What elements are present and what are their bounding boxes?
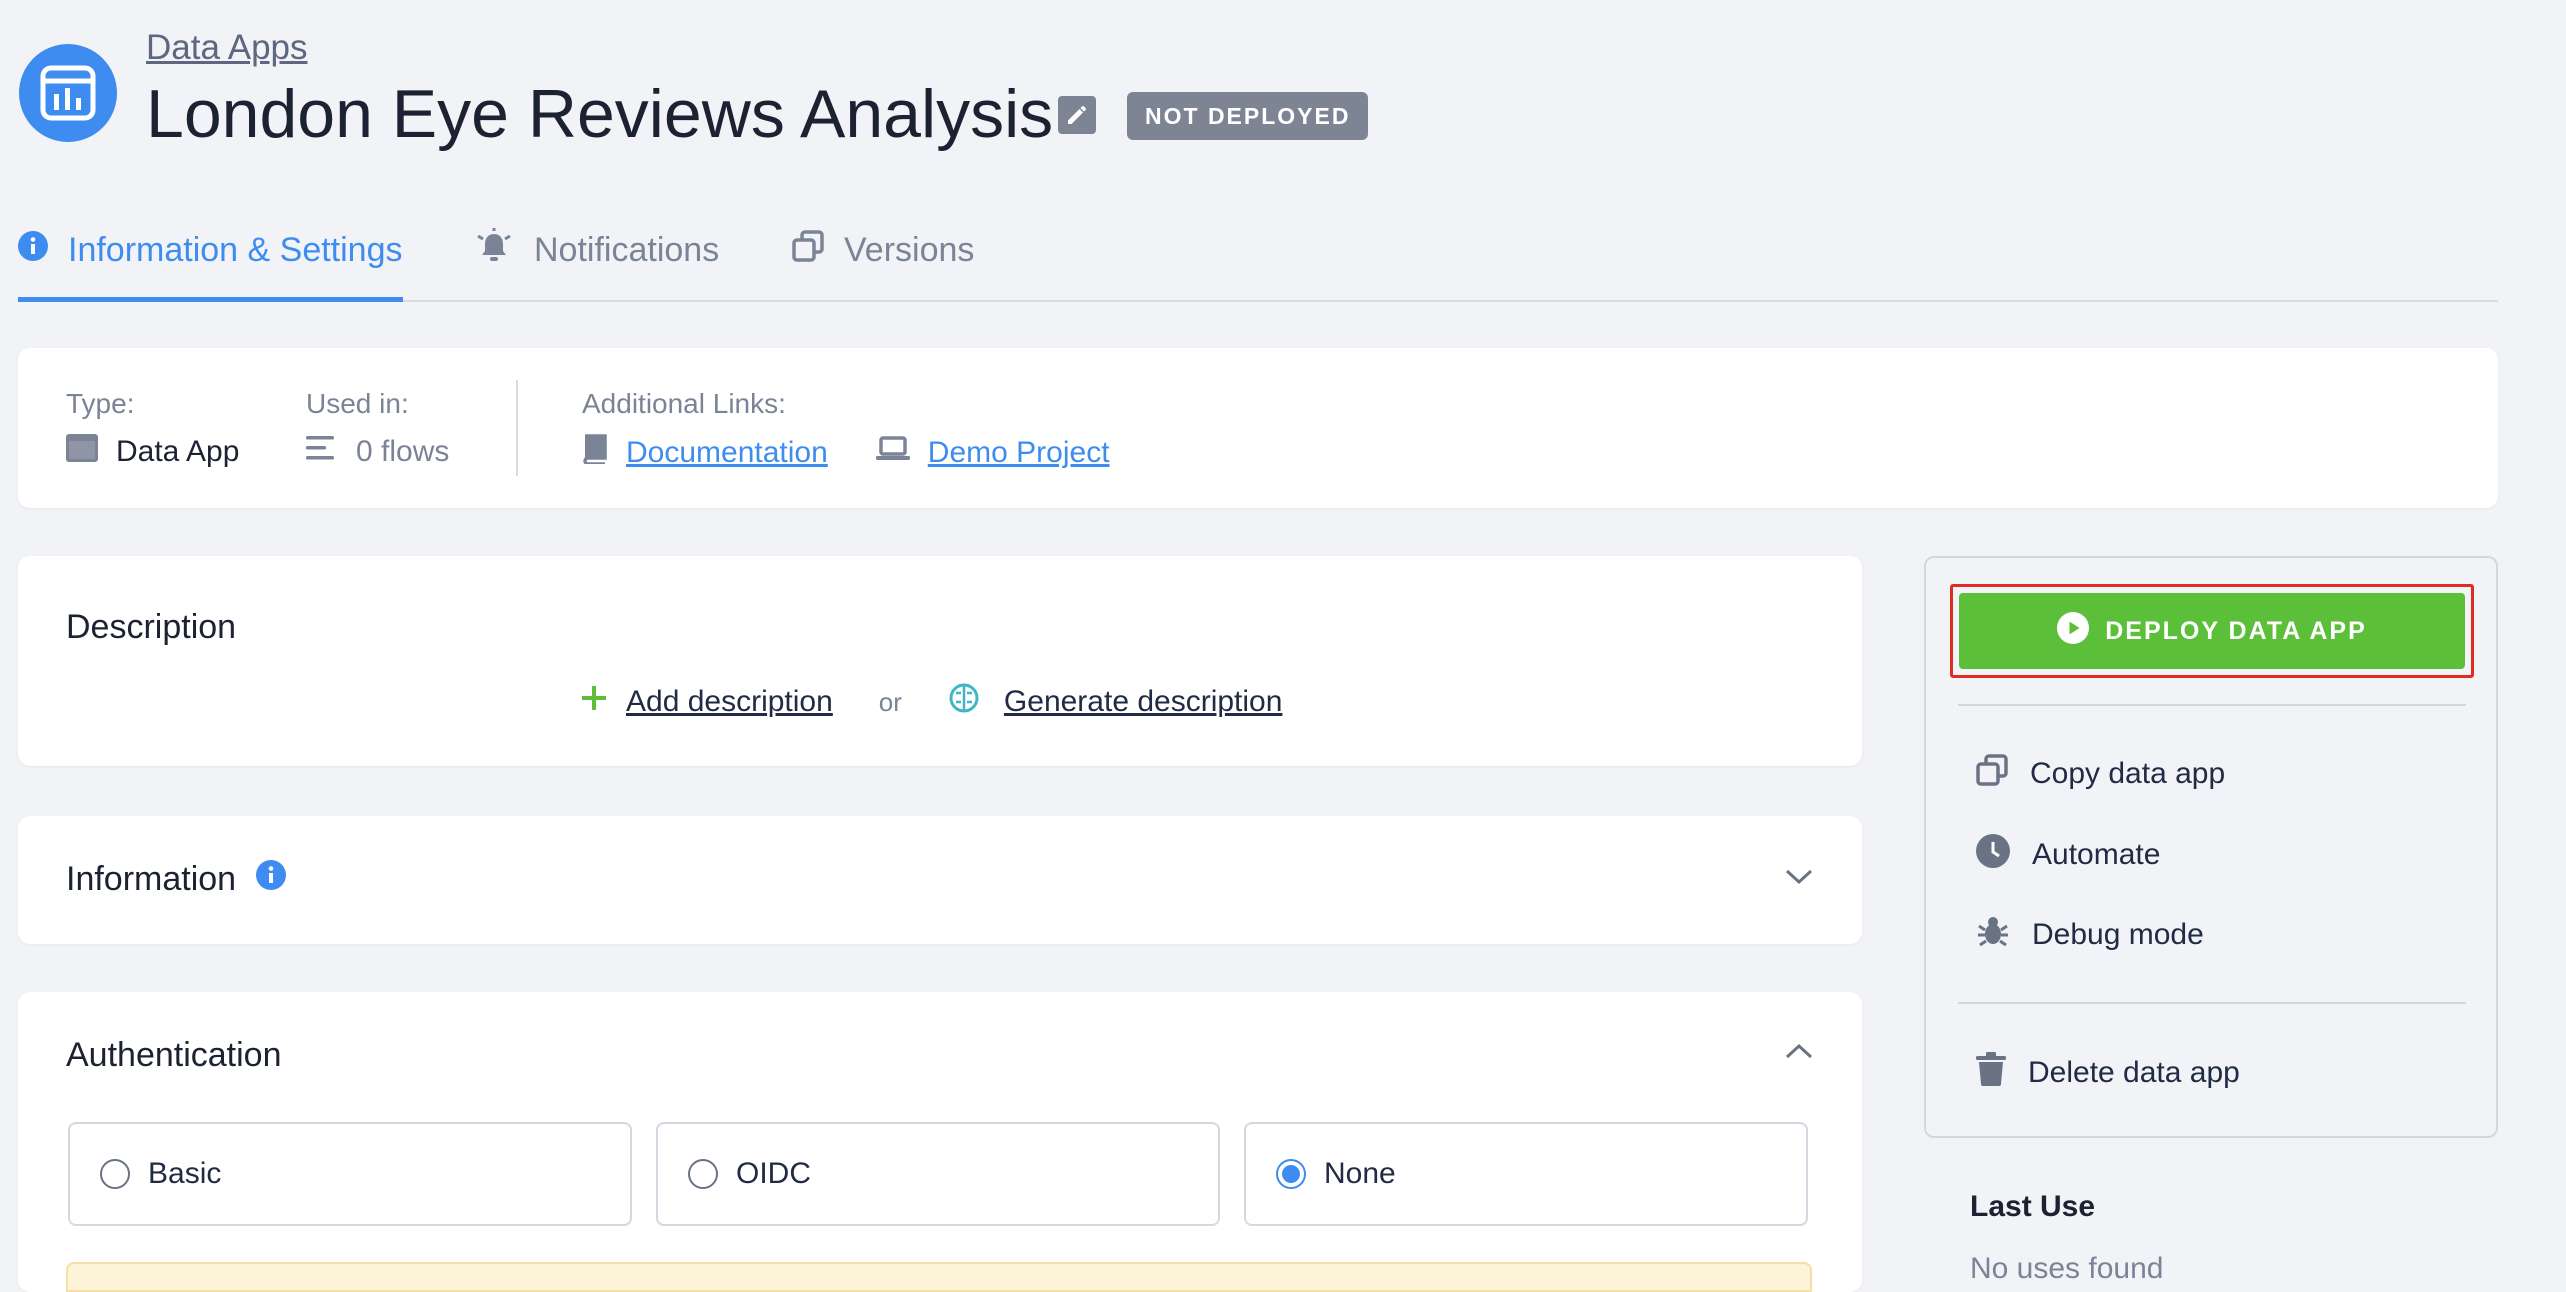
- description-card: Description Add description or Generate …: [18, 556, 1862, 766]
- data-app-logo-icon: [19, 44, 117, 142]
- copy-icon: [1976, 754, 2008, 794]
- information-title: Information: [66, 860, 237, 898]
- automate-button[interactable]: Automate: [1976, 834, 2160, 876]
- chevron-down-icon[interactable]: [1784, 866, 1814, 891]
- chevron-up-icon[interactable]: [1784, 1042, 1814, 1067]
- information-header: Information: [66, 860, 287, 899]
- tab-label: Versions: [844, 230, 975, 269]
- laptop-icon: [875, 436, 910, 470]
- edit-title-icon[interactable]: [1058, 96, 1096, 134]
- deploy-highlight: DEPLOY DATA APP: [1950, 584, 2474, 678]
- used-in-value: 0 flows: [306, 434, 449, 470]
- page-title: London Eye Reviews Analysis: [146, 76, 1054, 152]
- description-actions: Add description or Generate description: [580, 682, 1282, 722]
- tab-information-settings[interactable]: Information & Settings: [18, 200, 403, 302]
- deploy-data-app-button[interactable]: DEPLOY DATA APP: [1959, 593, 2465, 669]
- used-in-label: Used in:: [306, 388, 409, 419]
- panel-divider: [1958, 704, 2466, 706]
- clock-icon: [1976, 834, 2010, 876]
- information-card[interactable]: Information: [18, 816, 1862, 944]
- warning-alert: [66, 1262, 1812, 1292]
- type-label: Type:: [66, 388, 135, 419]
- or-separator: or: [878, 686, 902, 717]
- bug-icon: [1976, 914, 2010, 956]
- versions-icon: [792, 229, 824, 271]
- meta-divider: [516, 380, 518, 476]
- radio-basic[interactable]: [100, 1159, 130, 1189]
- authentication-title: Authentication: [66, 1036, 282, 1074]
- book-icon: [582, 434, 608, 472]
- additional-links: Documentation Demo Project: [582, 434, 1110, 472]
- delete-data-app-button[interactable]: Delete data app: [1976, 1052, 2240, 1094]
- radio-oidc[interactable]: [688, 1159, 718, 1189]
- actions-panel: DEPLOY DATA APP Copy data app Automate D…: [1924, 556, 2498, 1138]
- status-badge: NOT DEPLOYED: [1127, 92, 1369, 140]
- play-icon: [2057, 611, 2090, 651]
- authentication-card: Authentication Basic OIDC None: [18, 992, 1862, 1292]
- documentation-link[interactable]: Documentation: [626, 436, 828, 470]
- tab-versions[interactable]: Versions: [792, 200, 974, 300]
- breadcrumb-data-apps[interactable]: Data Apps: [146, 28, 308, 68]
- radio-none[interactable]: [1276, 1159, 1306, 1189]
- meta-card: Type: Data App Used in: 0 flows Addition…: [18, 348, 2498, 508]
- bell-icon: [474, 227, 514, 273]
- demo-project-link[interactable]: Demo Project: [928, 436, 1110, 470]
- trash-icon: [1976, 1052, 2006, 1094]
- plus-icon: [580, 684, 608, 720]
- tab-bar: Information & Settings Notifications Ver…: [18, 200, 2498, 302]
- auth-option-oidc[interactable]: OIDC: [656, 1122, 1220, 1226]
- auth-option-basic[interactable]: Basic: [68, 1122, 632, 1226]
- generate-description-link[interactable]: Generate description: [1004, 685, 1283, 719]
- copy-data-app-button[interactable]: Copy data app: [1976, 754, 2225, 794]
- ai-brain-icon: [948, 682, 980, 722]
- add-description-link[interactable]: Add description: [626, 685, 833, 719]
- tab-label: Notifications: [534, 230, 720, 269]
- description-title: Description: [66, 608, 237, 646]
- app-window-icon: [66, 434, 98, 470]
- flows-icon: [306, 434, 338, 470]
- last-use-text: No uses found: [1970, 1252, 2164, 1285]
- tab-label: Information & Settings: [68, 230, 403, 269]
- info-icon: [18, 230, 48, 270]
- tab-notifications[interactable]: Notifications: [474, 200, 719, 300]
- auth-option-none[interactable]: None: [1244, 1122, 1808, 1226]
- debug-mode-button[interactable]: Debug mode: [1976, 914, 2204, 956]
- info-icon[interactable]: [256, 860, 287, 899]
- last-use-title: Last Use: [1970, 1190, 2096, 1223]
- additional-links-label: Additional Links:: [582, 388, 786, 419]
- type-value: Data App: [66, 434, 239, 470]
- panel-divider: [1958, 1002, 2466, 1004]
